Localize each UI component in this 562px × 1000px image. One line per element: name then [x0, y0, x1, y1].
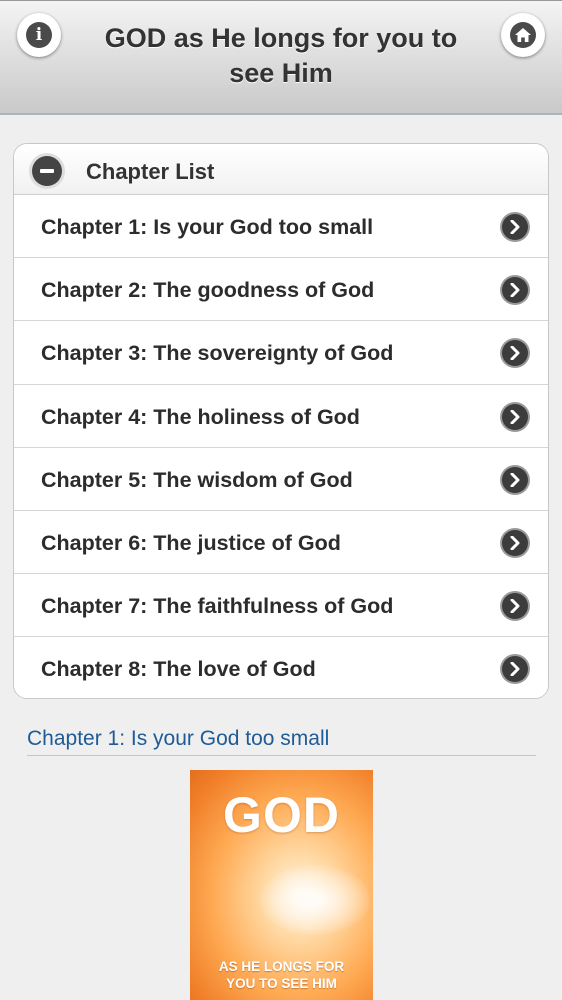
chapter-list-header[interactable]: Chapter List: [14, 144, 548, 195]
chapter-label: Chapter 1: Is your God too small: [41, 215, 374, 239]
chevron-right-icon: [500, 527, 530, 558]
home-icon: [510, 22, 536, 48]
cover-subtitle-line-2: YOU TO SEE HIM: [226, 976, 337, 991]
section-divider: [27, 755, 536, 756]
chapter-item-3[interactable]: Chapter 3: The sovereignty of God: [14, 321, 548, 385]
home-button[interactable]: [501, 13, 545, 57]
cover-title: GOD: [223, 787, 340, 843]
app-header: i GOD as He longs for you to see Him: [0, 0, 562, 115]
chevron-right-icon: [500, 591, 530, 622]
chevron-right-icon: [500, 464, 530, 495]
chapter-label: Chapter 4: The holiness of God: [41, 404, 360, 429]
cover-subtitle: AS HE LONGS FOR YOU TO SEE HIM: [190, 958, 373, 992]
chapter-item-2[interactable]: Chapter 2: The goodness of God: [14, 258, 548, 322]
chevron-right-icon: [500, 212, 530, 242]
page-title: GOD as He longs for you to see Him: [104, 23, 458, 88]
chapter-list-title: Chapter List: [86, 159, 215, 184]
info-button[interactable]: i: [17, 13, 61, 57]
chevron-right-icon: [500, 401, 530, 432]
chapter-label: Chapter 6: The justice of God: [41, 530, 341, 555]
chapter-item-7[interactable]: Chapter 7: The faithfulness of God: [14, 574, 548, 638]
chapter-label: Chapter 3: The sovereignty of God: [41, 341, 394, 366]
chapter-item-6[interactable]: Chapter 6: The justice of God: [14, 510, 548, 575]
chevron-right-icon: [500, 275, 530, 306]
chapter-label: Chapter 8: The love of God: [41, 657, 316, 682]
chapter-item-4[interactable]: Chapter 4: The holiness of God: [14, 384, 548, 448]
chapter-item-1[interactable]: Chapter 1: Is your God too small: [14, 195, 548, 259]
cover-subtitle-line-1: AS HE LONGS FOR: [218, 959, 345, 974]
chapter-item-5[interactable]: Chapter 5: The wisdom of God: [14, 447, 548, 511]
chapter-label: Chapter 7: The faithfulness of God: [41, 594, 394, 619]
book-cover-image: GOD AS HE LONGS FOR YOU TO SEE HIM: [190, 770, 373, 1000]
chapter-list: Chapter 1: Is your God too small Chapter…: [14, 195, 548, 698]
minus-circle-icon[interactable]: [32, 156, 62, 186]
cover-light-glow: [260, 865, 370, 935]
section-title: Chapter 1: Is your God too small: [27, 727, 330, 750]
chevron-right-icon: [500, 338, 530, 369]
chapter-list-panel: Chapter List Chapter 1: Is your God too …: [13, 143, 549, 699]
chapter-label: Chapter 2: The goodness of God: [41, 278, 375, 303]
chapter-label: Chapter 5: The wisdom of God: [41, 467, 353, 492]
chevron-right-icon: [500, 654, 530, 685]
info-icon: i: [26, 22, 52, 48]
chapter-item-8[interactable]: Chapter 8: The love of God: [14, 637, 548, 698]
